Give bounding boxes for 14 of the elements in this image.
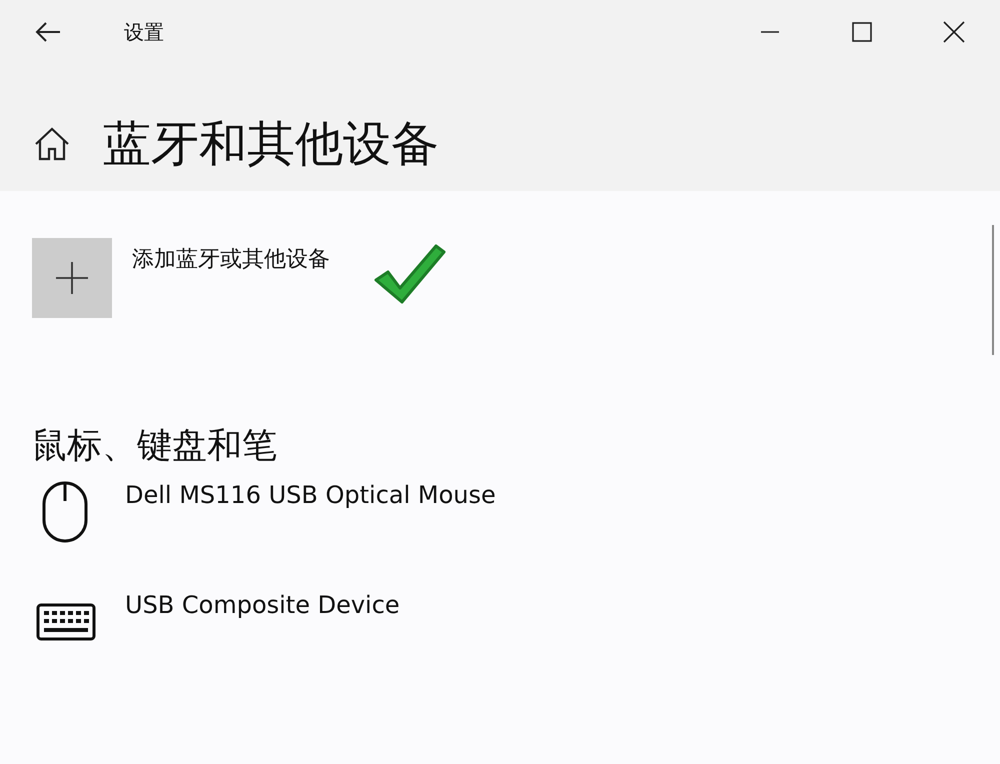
check-mark-icon: [372, 242, 448, 306]
window-title: 设置: [124, 18, 164, 46]
home-icon[interactable]: [34, 127, 70, 161]
plus-icon[interactable]: [55, 261, 89, 295]
device-name[interactable]: USB Composite Device: [125, 591, 400, 619]
device-name[interactable]: Dell MS116 USB Optical Mouse: [125, 481, 496, 509]
mouse-icon: [42, 481, 88, 543]
add-device-label[interactable]: 添加蓝牙或其他设备: [132, 244, 330, 274]
maximize-icon[interactable]: [852, 22, 872, 42]
keyboard-icon: [36, 603, 96, 641]
close-icon[interactable]: [943, 21, 965, 43]
page-title: 蓝牙和其他设备: [103, 115, 439, 174]
scrollbar[interactable]: [992, 225, 994, 355]
section-heading: 鼠标、键盘和笔: [32, 425, 278, 468]
